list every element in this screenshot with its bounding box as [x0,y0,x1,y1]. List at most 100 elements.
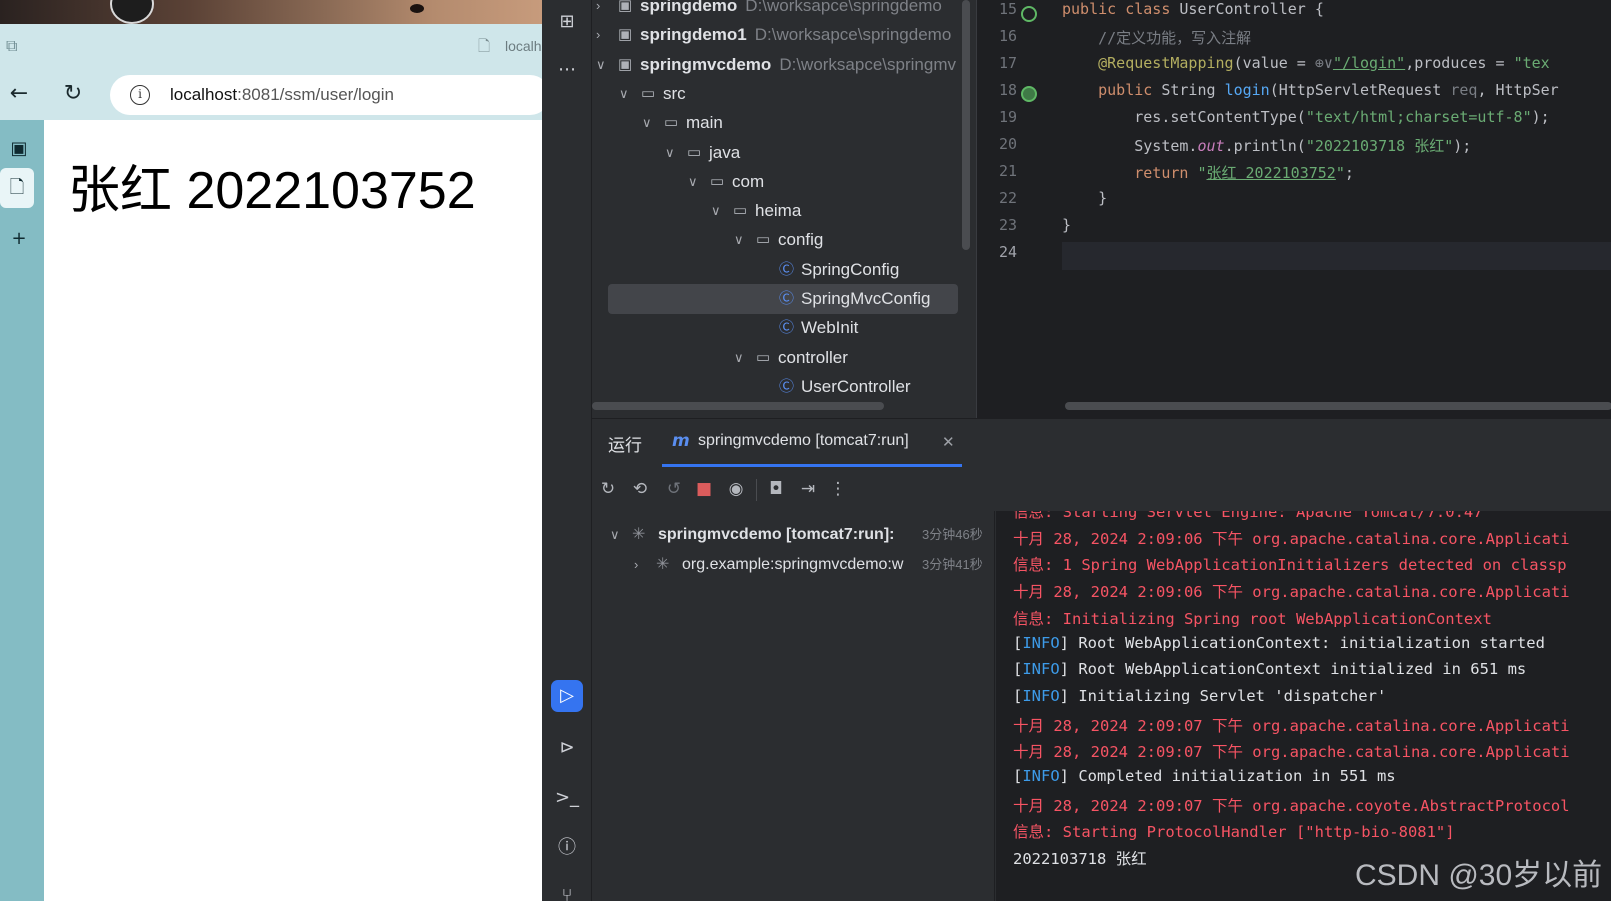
globe-icon: ⊕∨ [1314,54,1333,72]
code-editor[interactable]: 15 16 17 18 19 20 21 22 23 24 public class UserCo… [976,0,1611,418]
close-icon[interactable]: ✕ [942,433,955,451]
tree-item-label: heima [755,201,802,221]
chevron-down-icon[interactable]: ∨ [619,79,633,109]
stop-icon[interactable]: ■ [692,477,716,501]
rerun-icon[interactable]: ↻ [596,477,620,501]
folder-src-icon: ▭ [687,143,702,161]
log-level-tag: INFO [1022,660,1060,679]
tree-item[interactable]: › ▣ springdemo D:\worksapce\springdemo [592,0,976,21]
terminal-icon[interactable]: >_ [551,782,583,814]
console-line: 信息: 1 Spring WebApplicationInitializers … [1013,556,1567,575]
tree-item[interactable]: Ⓒ WebInit [592,313,976,343]
refresh-icon[interactable]: ↻ [58,79,88,109]
chevron-right-icon[interactable]: › [596,0,610,21]
git-icon[interactable]: ⑂ [551,880,583,901]
spinner-icon: ✳ [656,556,670,573]
back-arrow-icon[interactable]: ← [4,79,34,109]
line-number: 23 [998,216,1017,234]
tab-run-config[interactable]: m springmvcdemo [tomcat7:run] ✕ [662,419,962,467]
structure-icon[interactable]: ⊞ [551,6,583,38]
tree-item[interactable]: ∨ ▣ springmvcdemo D:\worksapce\springmv [592,50,976,80]
code-line-20: System.out.println("2022103718 张红"); [1062,137,1472,155]
run-tool-icon[interactable]: ▷ [551,680,583,712]
run-tree-root[interactable]: ∨ ✳ springmvcdemo [tomcat7:run]: 3分钟46秒 [592,521,995,549]
browser-window: ⧉ 🗋 localh ← ↻ i localhost:8081/ssm/user… [0,0,542,901]
address-bar[interactable]: i localhost:8081/ssm/user/login [110,75,542,115]
tree-item[interactable]: › ▣ springdemo1 D:\worksapce\springdemo [592,20,976,50]
tree-item[interactable]: Ⓒ UserController [592,372,976,402]
code-line-16: //定义功能，写入注解 [1062,29,1252,47]
wallpaper-detail [410,4,424,13]
console-output[interactable]: 信息: Starting Servlet Engine: Apache Tomc… [996,511,1611,901]
chevron-down-icon[interactable]: ∨ [734,343,748,373]
tree-item-label: SpringConfig [801,259,900,279]
tree-item-label: SpringMvcConfig [801,289,931,308]
code-line-22: } [1062,189,1108,207]
problems-icon[interactable]: ⓘ [551,832,583,864]
tree-item[interactable]: ∨ ▭ src [592,79,976,109]
page-content: 张红 2022103752 [44,120,542,901]
chevron-down-icon[interactable]: ∨ [596,50,610,80]
project-tree-panel: › ▣ springdemo D:\worksapce\springdemo › ▣ spr… [592,0,976,418]
run-tab-label: springmvcdemo [tomcat7:run] [698,432,909,449]
restart-icon[interactable]: ↺ [662,477,686,501]
tree-vertical-scrollbar[interactable] [962,0,970,250]
chevron-down-icon[interactable]: ∨ [711,196,725,226]
new-tab-plus-icon[interactable]: + [4,224,34,254]
address-url[interactable]: localhost:8081/ssm/user/login [170,85,394,105]
maven-run-icon: m [672,431,690,451]
class-icon: Ⓒ [779,290,795,307]
tree-item-label: src [663,83,686,103]
chevron-right-icon[interactable]: › [596,20,610,50]
chevron-right-icon[interactable]: › [634,551,638,579]
tab-actions-icon[interactable]: ⧉ [6,36,26,56]
console-line: [INFO] Completed initialization in 551 m… [1013,767,1396,785]
tree-item[interactable]: ∨ ▭ config [592,225,976,255]
tree-item-label: config [778,230,824,250]
tree-item-path: D:\worksapce\springmv [779,54,956,74]
class-icon: Ⓒ [779,319,795,337]
tree-item[interactable]: ∨ ▭ java [592,138,976,168]
run-toolbar: ↻ ⟲ ↺ ■ ◉ ◘ ⇥ ⋮ [592,467,1611,511]
line-number: 22 [998,189,1017,207]
more-icon[interactable]: ⋯ [551,54,583,86]
line-number: 16 [998,27,1017,45]
chevron-down-icon[interactable]: ∨ [665,138,679,168]
tree-item[interactable]: Ⓒ SpringMvcConfig [608,284,958,314]
more-options-icon[interactable]: ⋮ [826,477,850,501]
services-icon[interactable]: ⊳ [551,732,583,764]
show-output-icon[interactable]: ◉ [724,477,748,501]
chevron-down-icon[interactable]: ∨ [610,521,620,549]
endpoint-gutter-icon[interactable] [1021,86,1037,102]
rerun-failed-icon[interactable]: ⟲ [628,477,652,501]
tree-item[interactable]: ∨ ▭ com [592,167,976,197]
module-icon: ▣ [618,0,633,14]
run-tabbar: 运行 m springmvcdemo [tomcat7:run] ✕ [592,419,1611,467]
tree-item-label: com [732,171,765,191]
tree-item-label: springdemo1 D:\worksapce\springdemo [640,25,952,45]
page-heading: 张红 2022103752 [68,162,476,220]
editor-horizontal-scrollbar[interactable] [1065,402,1611,410]
chevron-down-icon[interactable]: ∨ [688,167,702,197]
tree-item[interactable]: Ⓒ SpringConfig [592,255,976,285]
console-line: [INFO] Initializing Servlet 'dispatcher' [1013,686,1387,705]
tree-item[interactable]: ∨ ▭ controller [592,343,976,373]
site-info-icon[interactable]: i [130,85,150,105]
code-line-19: res.setContentType("text/html;charset=ut… [1062,108,1550,126]
chevron-down-icon[interactable]: ∨ [642,108,656,138]
line-number: 18 [998,81,1017,99]
chevron-down-icon[interactable]: ∨ [734,225,748,255]
tree-item[interactable]: ∨ ▭ main [592,108,976,138]
sidebar-panel-icon[interactable]: ▣ [4,134,34,164]
tree-horizontal-scrollbar[interactable] [592,402,884,410]
sidebar-page-icon[interactable]: 🗋 [0,168,34,208]
camera-icon[interactable]: ◘ [764,477,788,501]
run-tree-child[interactable]: › ✳ org.example:springmvcdemo:w 3分钟41秒 [592,551,995,579]
run-panel-title: 运行 [608,436,642,456]
line-number: 20 [998,135,1017,153]
browser-tab-title[interactable]: localh [505,38,542,54]
line-number: 24 [998,243,1017,261]
bean-gutter-icon[interactable] [1021,6,1037,22]
exit-icon[interactable]: ⇥ [796,477,820,501]
tree-item[interactable]: ∨ ▭ heima [592,196,976,226]
